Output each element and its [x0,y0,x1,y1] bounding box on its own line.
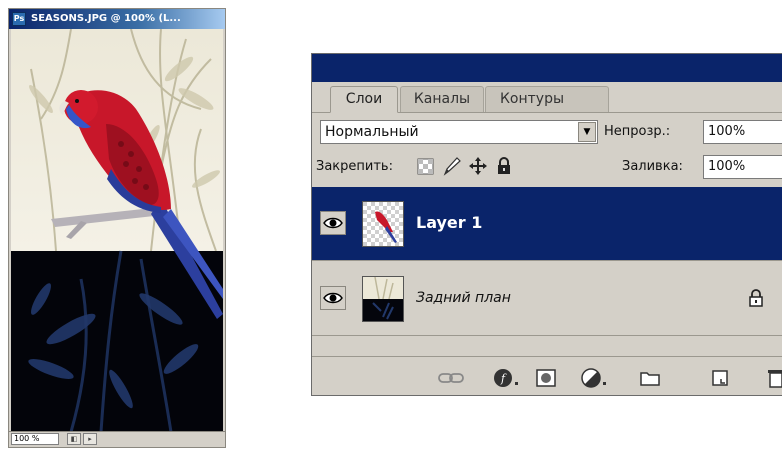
lock-icon [747,288,765,308]
adjustment-layer-icon[interactable] [580,367,610,389]
layers-list: Layer 1 Задний план [312,187,782,340]
document-title: SEASONS.JPG @ 100% (L... [31,13,181,24]
layer-name[interactable]: Задний план [416,287,511,309]
document-status-bar: 100 % ◧ ▸ [9,431,225,447]
blend-opacity-row: Нормальный ▼ Непрозр.: 100% [312,116,782,146]
blend-mode-select[interactable]: Нормальный ▼ [320,120,598,144]
lock-transparency-icon[interactable] [416,156,436,176]
opacity-label: Непрозр.: [604,124,671,139]
image-canvas[interactable] [11,29,223,432]
zoom-level-field[interactable]: 100 % [11,433,59,445]
tab-paths[interactable]: Контуры [485,86,609,112]
lock-label: Закрепить: [316,159,393,174]
trash-icon[interactable] [764,367,782,389]
fill-field[interactable]: 100% [703,155,782,179]
tab-layers[interactable]: Слои [330,86,398,113]
layer-mask-icon[interactable] [534,367,560,389]
eye-icon[interactable] [320,286,346,310]
layer-thumbnail [362,201,404,247]
canvas-artwork [11,29,223,432]
layers-footer: f [312,356,782,395]
lock-fill-row: Закрепить: Заливка: 100% [312,153,782,183]
opacity-field[interactable]: 100% [703,120,782,144]
blend-mode-value: Нормальный [325,124,419,140]
photoshop-doc-icon: Ps [12,12,26,26]
palette-titlebar[interactable] [312,54,782,82]
layers-palette[interactable]: Контуры Каналы Слои Нормальный ▼ Непрозр… [311,53,782,396]
layer-row-background[interactable]: Задний план [312,262,782,336]
fill-label: Заливка: [622,159,683,174]
document-info-icon[interactable]: ◧ [67,433,81,445]
tab-channels[interactable]: Каналы [400,86,484,112]
new-group-icon[interactable] [638,367,664,389]
lock-image-pixels-icon[interactable] [442,156,462,176]
new-layer-icon[interactable] [708,367,734,389]
palette-tabs: Контуры Каналы Слои [312,82,782,113]
chevron-down-icon[interactable]: ▼ [578,122,596,142]
eye-icon[interactable] [320,211,346,235]
layer-style-icon[interactable]: f [492,367,522,389]
document-titlebar[interactable]: Ps SEASONS.JPG @ 100% (L... [9,9,225,29]
link-icon[interactable] [436,367,466,389]
lock-all-icon[interactable] [494,156,514,176]
layer-row-layer-1[interactable]: Layer 1 [312,187,782,261]
lock-position-icon[interactable] [468,156,488,176]
document-window[interactable]: Ps SEASONS.JPG @ 100% (L... 100 % ◧ ▸ [8,8,226,448]
layer-thumbnail [362,276,404,322]
layer-name[interactable]: Layer 1 [416,212,482,234]
status-menu-arrow-icon[interactable]: ▸ [83,433,97,445]
